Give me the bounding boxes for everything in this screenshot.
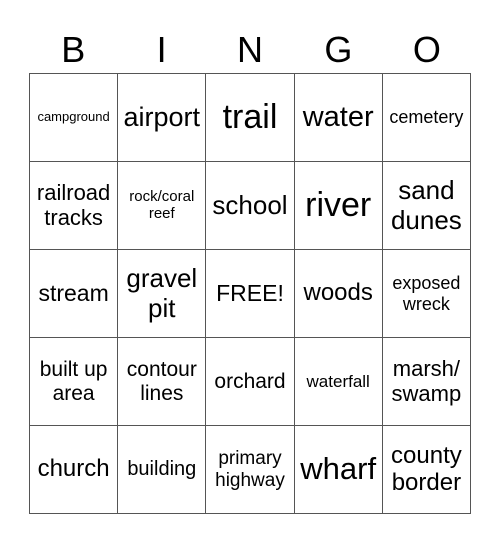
bingo-cell[interactable]: wharf	[294, 426, 383, 514]
bingo-cell[interactable]: gravel pit	[118, 250, 207, 338]
bingo-cell[interactable]: river	[294, 162, 383, 250]
header-letter-i: I	[156, 29, 167, 70]
bingo-cell[interactable]: marsh/ swamp	[382, 338, 471, 426]
bingo-cell[interactable]: stream	[30, 250, 119, 338]
bingo-cell[interactable]: water	[294, 74, 383, 162]
bingo-cell[interactable]: rock/coral reef	[118, 162, 207, 250]
bingo-cell[interactable]: cemetery	[382, 74, 471, 162]
bingo-cell[interactable]: contour lines	[118, 338, 207, 426]
bingo-cell[interactable]: church	[30, 426, 119, 514]
bingo-cell[interactable]: waterfall	[294, 338, 383, 426]
bingo-grid: campground airport trail water cemetery …	[29, 73, 471, 514]
header-letter-o: O	[412, 29, 441, 70]
bingo-cell[interactable]: campground	[30, 74, 119, 162]
bingo-cell[interactable]: railroad tracks	[30, 162, 119, 250]
header-letter-n: N	[237, 29, 264, 70]
header-letter-b: B	[61, 29, 86, 70]
bingo-cell[interactable]: primary highway	[206, 426, 295, 514]
free-space-cell[interactable]: FREE!	[206, 250, 295, 338]
header-letter-g: G	[324, 29, 353, 70]
bingo-cell[interactable]: exposed wreck	[382, 250, 471, 338]
bingo-cell[interactable]: built up area	[30, 338, 119, 426]
bingo-header: B I N G O	[29, 28, 471, 72]
bingo-cell[interactable]: orchard	[206, 338, 295, 426]
bingo-cell[interactable]: building	[118, 426, 207, 514]
bingo-cell[interactable]: sand dunes	[382, 162, 471, 250]
bingo-cell[interactable]: county border	[382, 426, 471, 514]
bingo-cell[interactable]: trail	[206, 74, 295, 162]
bingo-cell[interactable]: woods	[294, 250, 383, 338]
bingo-cell[interactable]: airport	[118, 74, 207, 162]
bingo-cell[interactable]: school	[206, 162, 295, 250]
